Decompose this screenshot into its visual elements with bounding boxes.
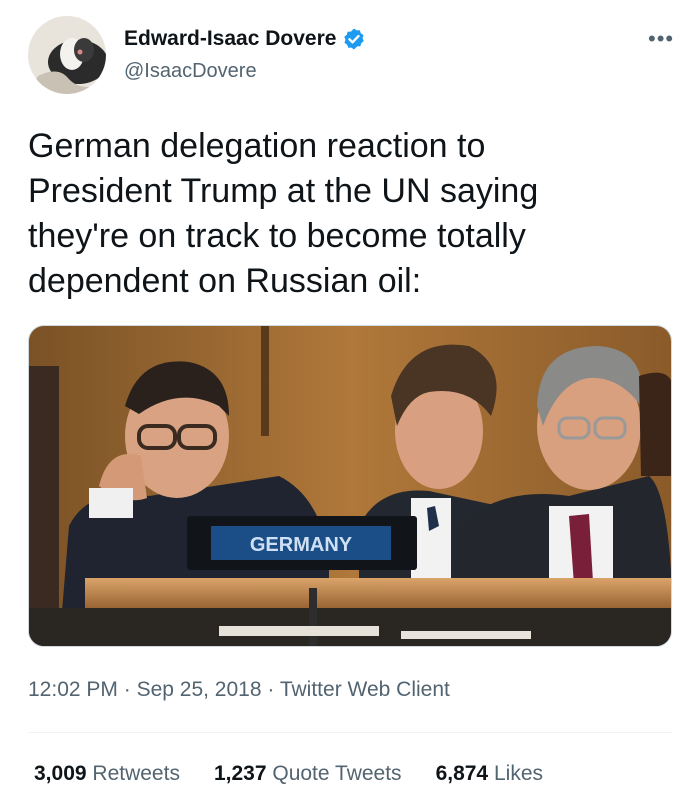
- likes-label: Likes: [493, 762, 543, 785]
- quote-tweets-label: Quote Tweets: [272, 762, 402, 785]
- tweet-text-line: dependent on Russian oil:: [28, 262, 422, 300]
- quote-tweets-count: 1,237: [213, 762, 267, 785]
- quote-tweets-stat[interactable]: 1,237 Quote Tweets: [214, 762, 402, 786]
- author-handle[interactable]: @IsaacDovere: [124, 60, 257, 83]
- retweets-label: Retweets: [92, 762, 180, 785]
- placard-text: GERMANY: [250, 534, 353, 556]
- meta-separator: ·: [267, 678, 275, 701]
- more-dots-icon[interactable]: •••: [648, 26, 674, 52]
- verified-badge-icon: [344, 28, 365, 50]
- tweet-text-line: they're on track to become totally: [28, 217, 526, 255]
- tweet-time[interactable]: 12:02 PM: [28, 678, 118, 701]
- divider: [28, 732, 672, 733]
- likes-count: 6,874: [435, 762, 489, 785]
- author-name-row[interactable]: Edward-Isaac Dovere: [124, 27, 366, 51]
- avatar-image: [28, 16, 106, 94]
- likes-stat[interactable]: 6,874 Likes: [436, 762, 543, 786]
- meta-separator: ·: [123, 678, 131, 701]
- un-delegation-photo: GERMANY: [29, 326, 671, 646]
- tweet-photo[interactable]: GERMANY: [28, 325, 672, 647]
- tweet-meta: 12:02 PM · Sep 25, 2018 · Twitter Web Cl…: [28, 678, 450, 702]
- author-name[interactable]: Edward-Isaac Dovere: [124, 27, 336, 51]
- tweet-stats: 3,009 Retweets 1,237 Quote Tweets 6,874 …: [34, 762, 543, 786]
- avatar[interactable]: [28, 16, 106, 94]
- retweets-count: 3,009: [34, 762, 87, 785]
- tweet-text-line: President Trump at the UN saying: [28, 172, 539, 210]
- tweet-client[interactable]: Twitter Web Client: [280, 678, 450, 701]
- tweet-date[interactable]: Sep 25, 2018: [137, 678, 262, 701]
- retweets-stat[interactable]: 3,009 Retweets: [34, 762, 180, 786]
- tweet-text: German delegation reaction to President …: [28, 124, 668, 304]
- tweet-text-line: German delegation reaction to: [28, 127, 486, 165]
